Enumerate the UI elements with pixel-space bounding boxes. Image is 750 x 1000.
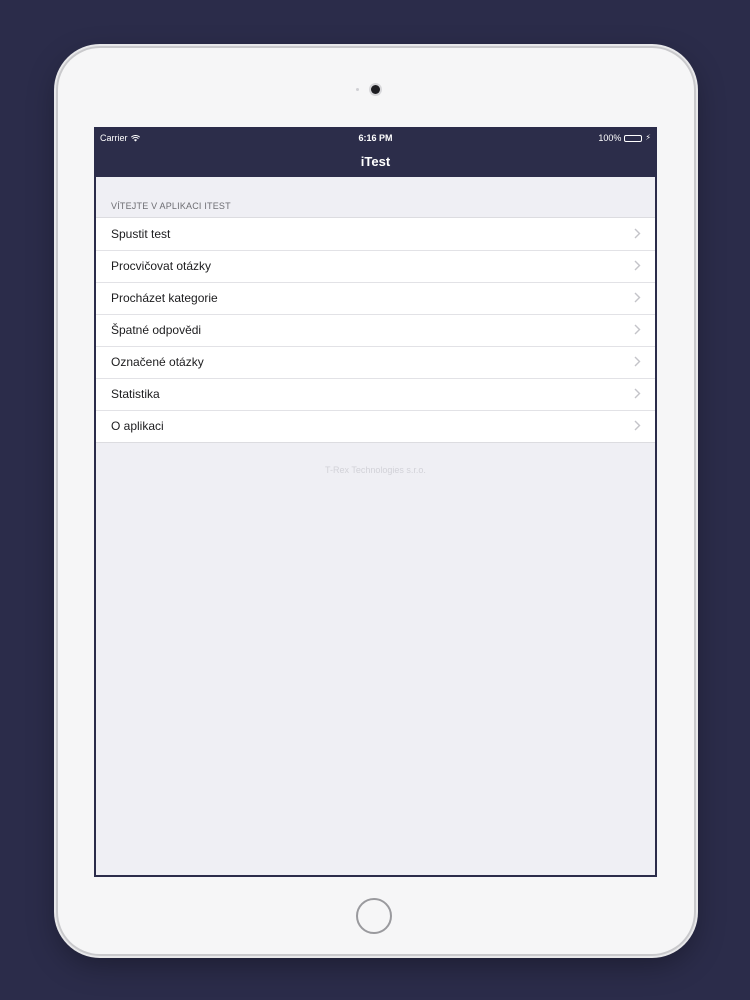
menu-item-spustit-test[interactable]: Spustit test <box>96 218 655 250</box>
nav-title: iTest <box>360 154 391 169</box>
menu-item-spatne-odpovedi[interactable]: Špatné odpovědi <box>96 314 655 346</box>
battery-percent: 100% <box>598 133 622 143</box>
chevron-right-icon <box>634 260 641 271</box>
menu-item-label: Procházet kategorie <box>111 291 218 305</box>
chevron-right-icon <box>634 324 641 335</box>
menu-item-prochazet-kategorie[interactable]: Procházet kategorie <box>96 282 655 314</box>
chevron-right-icon <box>634 292 641 303</box>
menu-item-label: O aplikaci <box>111 419 164 433</box>
battery-icon <box>624 134 643 142</box>
chevron-right-icon <box>634 420 641 431</box>
status-battery: 100% ⚡ <box>598 133 651 143</box>
menu-item-o-aplikaci[interactable]: O aplikaci <box>96 410 655 442</box>
menu-item-label: Procvičovat otázky <box>111 259 212 273</box>
front-camera-icon <box>371 85 380 94</box>
menu-item-label: Označené otázky <box>111 355 204 369</box>
navigation-bar: Carrier 6:16 PM 100% ⚡ iTest <box>96 129 655 177</box>
menu-item-label: Špatné odpovědi <box>111 323 202 337</box>
chevron-right-icon <box>634 388 641 399</box>
bolt-icon: ⚡ <box>645 133 651 142</box>
app-screen: Carrier 6:16 PM 100% ⚡ iTest VÍTEJTE V A… <box>94 127 657 877</box>
tablet-device-frame: Carrier 6:16 PM 100% ⚡ iTest VÍTEJTE V A… <box>58 48 694 954</box>
menu-item-label: Statistika <box>111 387 160 401</box>
menu-item-label: Spustit test <box>111 227 171 241</box>
menu-item-statistika[interactable]: Statistika <box>96 378 655 410</box>
footer-copyright: T-Rex Technologies s.r.o. <box>325 465 426 475</box>
status-bar: Carrier 6:16 PM 100% ⚡ <box>96 129 655 147</box>
section-header: VÍTEJTE V APLIKACI ITEST <box>111 201 231 211</box>
menu-item-oznacene-otazky[interactable]: Označené otázky <box>96 346 655 378</box>
home-button[interactable] <box>356 898 392 934</box>
chevron-right-icon <box>634 356 641 367</box>
chevron-right-icon <box>634 228 641 239</box>
menu-item-procvicovat-otazky[interactable]: Procvičovat otázky <box>96 250 655 282</box>
table-view[interactable]: VÍTEJTE V APLIKACI ITEST Spustit test Pr… <box>96 177 655 475</box>
menu-list: Spustit test Procvičovat otázky Procháze… <box>96 217 655 443</box>
status-time: 6:16 PM <box>358 133 393 143</box>
sensor-dot <box>356 88 359 91</box>
